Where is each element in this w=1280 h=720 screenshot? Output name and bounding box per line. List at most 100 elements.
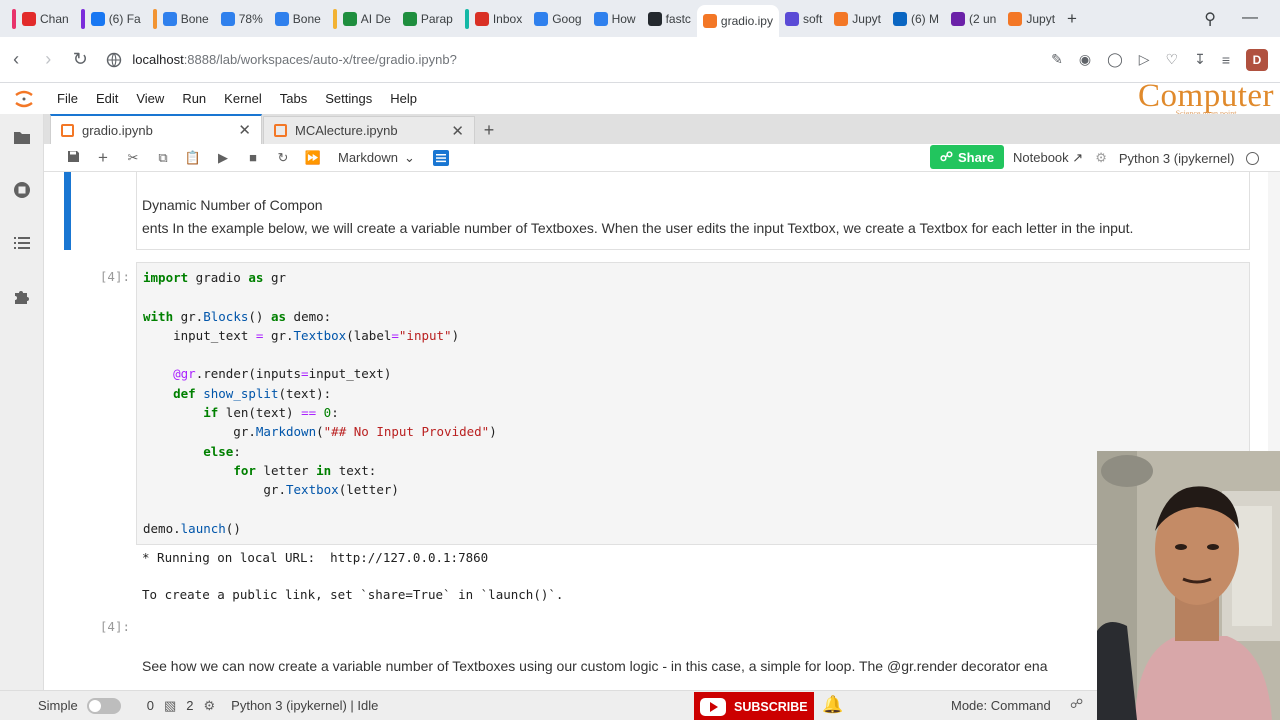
new-tab-button[interactable]: + xyxy=(1061,4,1083,34)
camera-icon[interactable]: ◉ xyxy=(1079,51,1091,68)
kernel-count[interactable]: 2 xyxy=(186,698,193,713)
cut-icon[interactable]: ✂ xyxy=(118,150,148,166)
browser-tab[interactable]: (6) M xyxy=(887,4,945,34)
back-icon[interactable]: ‹ xyxy=(0,49,32,70)
youtube-icon xyxy=(700,697,726,716)
simple-mode-label: Simple xyxy=(38,698,78,713)
external-link-icon: ↗ xyxy=(1072,150,1084,165)
browser-tab[interactable]: soft xyxy=(779,4,828,34)
menu-icon[interactable]: ≡ xyxy=(1222,52,1230,68)
browser-tab-label: Bone xyxy=(292,11,321,26)
notebook-tab-mcalecture[interactable]: MCAlecture.ipynb ✕ xyxy=(263,116,475,144)
share-button[interactable]: ☍ Share xyxy=(930,145,1004,169)
new-launcher-button[interactable]: + xyxy=(476,116,502,144)
tab-favicon-icon xyxy=(90,11,105,26)
copy-icon[interactable]: ⧉ xyxy=(148,150,178,166)
browser-tab[interactable]: Jupyt xyxy=(828,4,887,34)
close-icon[interactable]: ✕ xyxy=(238,121,251,139)
browser-tab-label: 78% xyxy=(238,11,263,26)
browser-tab[interactable]: Jupyt xyxy=(1002,4,1061,34)
edit-icon[interactable]: ✎ xyxy=(1051,51,1063,68)
menu-item-file[interactable]: File xyxy=(48,84,87,114)
subscribe-label: SUBSCRIBE xyxy=(734,699,808,714)
folder-icon[interactable] xyxy=(13,128,31,146)
kernel-status[interactable]: Python 3 (ipykernel) | Idle xyxy=(231,698,378,713)
kernel-name[interactable]: Python 3 (ipykernel) xyxy=(1119,151,1235,166)
notebook-icon xyxy=(61,123,74,137)
menu-item-view[interactable]: View xyxy=(127,84,173,114)
jupyter-logo xyxy=(0,88,48,110)
save-icon[interactable] xyxy=(58,150,88,166)
notification-icon[interactable]: ☍ xyxy=(1070,696,1083,712)
markdown-cell[interactable]: Dynamic Number of Compon ents In the exa… xyxy=(64,172,1250,250)
restart-run-all-icon[interactable]: ⏩ xyxy=(298,150,328,166)
tab-favicon-icon xyxy=(274,11,289,26)
menu-item-settings[interactable]: Settings xyxy=(316,84,381,114)
browser-tab[interactable]: AI De xyxy=(327,4,397,34)
site-info-icon[interactable] xyxy=(106,52,122,68)
chevron-down-icon: ⌄ xyxy=(403,149,415,165)
browser-tab[interactable]: Parap xyxy=(397,4,459,34)
browser-tab[interactable]: fastc xyxy=(642,4,697,34)
notebook-icon xyxy=(274,124,287,137)
search-tabs-icon[interactable]: ⚲ xyxy=(1204,9,1216,29)
profile-avatar[interactable]: D xyxy=(1246,48,1269,71)
code-cell-prompt: [4]: xyxy=(99,269,130,284)
terminal-count[interactable]: 0 xyxy=(147,698,154,713)
send-icon[interactable]: ▷ xyxy=(1139,51,1150,68)
cell-type-select[interactable]: Markdown ⌄ xyxy=(338,150,415,166)
menu-item-edit[interactable]: Edit xyxy=(87,84,127,114)
run-icon[interactable]: ▶ xyxy=(208,150,238,166)
menu-item-run[interactable]: Run xyxy=(173,84,215,114)
browser-tab[interactable]: Inbox xyxy=(459,4,528,34)
simple-mode-toggle[interactable] xyxy=(86,697,121,714)
paste-icon[interactable]: 📋 xyxy=(178,150,208,166)
cell-type-value: Markdown xyxy=(338,150,398,165)
browser-tab[interactable]: (6) Fa xyxy=(75,4,147,34)
notebook-tab-label: MCAlecture.ipynb xyxy=(295,123,398,138)
markdown-text: ents In the example below, we will creat… xyxy=(142,220,1134,236)
browser-tab-label: fastc xyxy=(665,11,691,26)
bell-icon[interactable]: 🔔 xyxy=(822,695,843,715)
insert-cell-icon[interactable]: + xyxy=(88,148,118,168)
tab-favicon-icon xyxy=(593,11,608,26)
browser-tab[interactable]: Bone xyxy=(147,4,215,34)
tab-favicon-icon xyxy=(892,11,907,26)
shield-icon[interactable]: ◯ xyxy=(1107,51,1123,68)
menu-item-tabs[interactable]: Tabs xyxy=(271,84,316,114)
browser-tab[interactable]: Goog xyxy=(528,4,587,34)
browser-tab[interactable]: Chan xyxy=(6,4,75,34)
list-icon[interactable] xyxy=(432,149,449,166)
url-field[interactable]: localhost:8888/lab/workspaces/auto-x/tre… xyxy=(106,43,1051,77)
notebook-tab-label: gradio.ipynb xyxy=(82,122,153,138)
browser-tab[interactable]: 78% xyxy=(215,4,269,34)
browser-tab[interactable]: gradio.ipy xyxy=(696,5,779,37)
browser-tab[interactable]: (2 un xyxy=(945,4,1002,34)
table-of-contents-icon[interactable] xyxy=(13,234,31,252)
settings-icon[interactable]: ⚙ xyxy=(1095,150,1107,166)
heart-icon[interactable]: ♡ xyxy=(1166,51,1179,68)
forward-icon[interactable]: › xyxy=(32,49,64,70)
left-activity-bar xyxy=(0,114,44,694)
browser-tab[interactable]: How xyxy=(588,4,642,34)
browser-tab-label: Jupyt xyxy=(852,11,881,26)
menu-item-kernel[interactable]: Kernel xyxy=(215,84,271,114)
code-editor[interactable]: import gradio as gr with gr.Blocks() as … xyxy=(143,268,497,538)
download-icon[interactable]: ↧ xyxy=(1194,51,1206,68)
menu-item-help[interactable]: Help xyxy=(381,84,426,114)
subscribe-button[interactable]: SUBSCRIBE xyxy=(694,692,814,720)
extensions-icon[interactable] xyxy=(13,287,31,305)
notebook-link[interactable]: Notebook ↗ xyxy=(1013,150,1083,166)
running-kernels-icon[interactable] xyxy=(13,181,31,199)
code-cell[interactable]: import gradio as gr with gr.Blocks() as … xyxy=(136,262,1250,545)
reload-icon[interactable]: ↻ xyxy=(64,49,96,70)
notebook-panel[interactable]: Dynamic Number of Compon ents In the exa… xyxy=(44,172,1268,690)
output-line: To create a public link, set `share=True… xyxy=(142,587,564,602)
restart-icon[interactable]: ↻ xyxy=(268,150,298,166)
notebook-tab-gradio[interactable]: gradio.ipynb ✕ xyxy=(50,114,262,144)
stop-icon[interactable]: ■ xyxy=(238,150,268,165)
status-bar: Simple 0 ▧ 2 ⚙ Python 3 (ipykernel) | Id… xyxy=(0,690,1280,720)
close-icon[interactable]: ✕ xyxy=(451,122,464,140)
minimize-icon[interactable]: — xyxy=(1242,9,1258,29)
browser-tab[interactable]: Bone xyxy=(269,4,327,34)
